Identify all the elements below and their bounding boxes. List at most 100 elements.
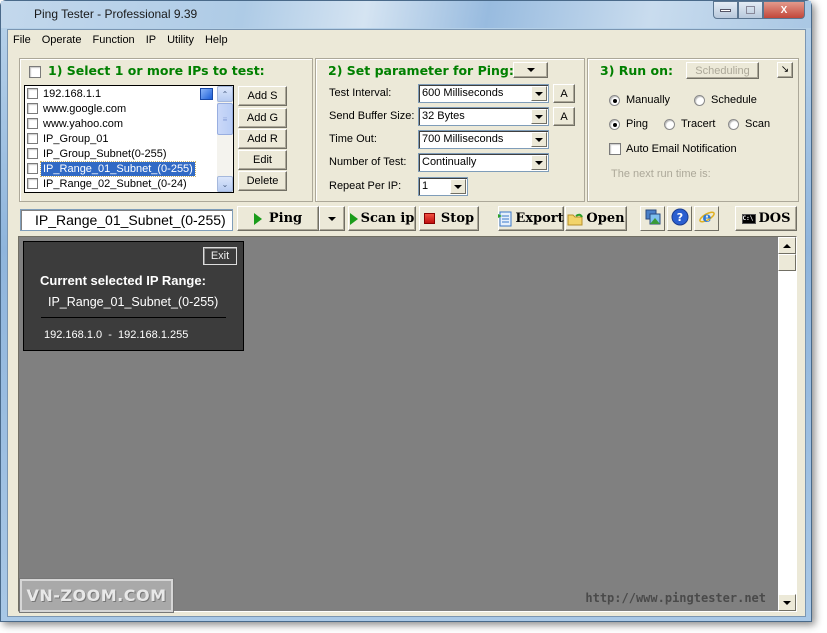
send-buffer-aux-button[interactable]: A: [553, 107, 575, 126]
list-item[interactable]: IP_Group_Subnet(0-255): [25, 146, 233, 161]
scan-label: Scan: [745, 118, 771, 130]
menu-operate[interactable]: Operate: [42, 34, 82, 46]
list-scrollbar[interactable]: ⌃ ≡ ⌄: [217, 86, 233, 192]
menu-utility[interactable]: Utility: [167, 34, 194, 46]
ip-list[interactable]: 192.168.1.1 www.google.com www.yahoo.com…: [24, 85, 234, 193]
scan-radio[interactable]: [728, 119, 739, 130]
help-button[interactable]: ?: [667, 206, 692, 231]
title-bar[interactable]: Ping Tester - Professional 9.39 X: [1, 1, 811, 28]
window-title: Ping Tester - Professional 9.39: [34, 7, 198, 21]
menu-ip[interactable]: IP: [146, 34, 156, 46]
open-folder-icon: [567, 212, 584, 226]
item-checkbox[interactable]: [27, 163, 38, 174]
auto-email-checkbox[interactable]: [609, 143, 621, 155]
maximize-button[interactable]: [738, 1, 763, 19]
scheduling-button[interactable]: Scheduling: [686, 62, 759, 79]
chevron-down-icon: [328, 216, 336, 221]
scroll-thumb[interactable]: [778, 254, 796, 271]
chevron-down-icon: [526, 68, 535, 72]
command-prompt-icon: C:\: [741, 213, 756, 224]
play-icon: [349, 212, 358, 225]
parameter-preset-dropdown[interactable]: [513, 62, 548, 78]
add-group-button[interactable]: Add G: [238, 108, 287, 128]
schedule-radio[interactable]: [694, 95, 705, 106]
dos-button[interactable]: C:\ DOS: [735, 206, 797, 231]
item-checkbox[interactable]: [27, 133, 38, 144]
test-interval-select[interactable]: 600 Milliseconds: [418, 84, 549, 103]
add-range-button[interactable]: Add R: [238, 129, 287, 149]
item-checkbox[interactable]: [27, 118, 38, 129]
repeat-per-ip-label: Repeat Per IP:: [329, 180, 402, 192]
expand-button[interactable]: ↘: [777, 62, 793, 78]
list-item[interactable]: IP_Range_02_Subnet_(0-24): [25, 176, 233, 191]
scroll-down-button[interactable]: ⌄: [217, 176, 233, 192]
number-of-test-label: Number of Test:: [329, 156, 407, 168]
tracert-radio[interactable]: [664, 119, 675, 130]
list-item-selected[interactable]: IP_Range_01_Subnet_(0-255): [25, 160, 233, 177]
maximize-icon: [746, 6, 755, 14]
play-icon: [253, 212, 262, 225]
close-button[interactable]: X: [763, 1, 805, 19]
send-buffer-size-select[interactable]: 32 Bytes: [418, 107, 549, 126]
chevron-down-icon: [535, 137, 543, 142]
scan-ip-button[interactable]: Scan ip: [348, 206, 416, 231]
export-button[interactable]: Export: [498, 206, 564, 231]
output-scrollbar[interactable]: [778, 237, 796, 611]
popup-range-span: 192.168.1.0 - 192.168.1.255: [44, 329, 189, 341]
item-checkbox[interactable]: [27, 88, 38, 99]
minimize-button[interactable]: [713, 1, 738, 19]
dropdown-arrow[interactable]: [531, 86, 547, 101]
popup-heading: Current selected IP Range:: [40, 273, 206, 288]
number-of-test-select[interactable]: Continually: [418, 153, 549, 172]
dropdown-arrow[interactable]: [450, 179, 466, 194]
chevron-down-icon: [535, 91, 543, 96]
ping-options-dropdown[interactable]: [319, 206, 345, 231]
dropdown-arrow[interactable]: [531, 109, 547, 124]
list-item[interactable]: IP_Group_01: [25, 131, 233, 146]
scroll-up-button[interactable]: ⌃: [217, 86, 233, 102]
scroll-down-button[interactable]: [778, 594, 796, 611]
list-item[interactable]: www.yahoo.com: [25, 116, 233, 131]
menu-file[interactable]: File: [13, 34, 31, 46]
image-viewer-button[interactable]: [640, 206, 665, 231]
test-interval-aux-button[interactable]: A: [553, 84, 575, 103]
item-checkbox[interactable]: [27, 103, 38, 114]
list-item[interactable]: www.google.com: [25, 101, 233, 116]
group-marker-icon: [200, 88, 213, 100]
add-single-button[interactable]: Add S: [238, 86, 287, 106]
select-all-checkbox[interactable]: [29, 66, 41, 78]
item-checkbox[interactable]: [27, 148, 38, 159]
stop-button[interactable]: Stop: [419, 206, 479, 231]
current-target-field[interactable]: IP_Range_01_Subnet_(0-255): [20, 209, 233, 231]
edit-button[interactable]: Edit: [238, 150, 287, 170]
ping-label: Ping: [626, 118, 649, 130]
dropdown-arrow[interactable]: [531, 132, 547, 147]
website-url[interactable]: http://www.pingtester.net: [585, 591, 766, 605]
chevron-up-icon: [783, 243, 791, 248]
time-out-select[interactable]: 700 Milliseconds: [418, 130, 549, 149]
delete-button[interactable]: Delete: [238, 171, 287, 191]
menu-help[interactable]: Help: [205, 34, 228, 46]
website-button[interactable]: e: [694, 206, 719, 231]
popup-divider: [41, 317, 226, 318]
app-window: Ping Tester - Professional 9.39 X File O…: [0, 0, 812, 622]
item-checkbox[interactable]: [27, 178, 38, 189]
scroll-thumb[interactable]: ≡: [217, 103, 233, 135]
repeat-per-ip-select[interactable]: 1: [418, 177, 468, 196]
ping-parameter-group: 2) Set parameter for Ping: Test Interval…: [315, 58, 585, 202]
section2-heading: 2) Set parameter for Ping:: [328, 63, 514, 78]
menu-function[interactable]: Function: [92, 34, 134, 46]
exit-button[interactable]: Exit: [203, 247, 237, 265]
open-button[interactable]: Open: [565, 206, 627, 231]
chevron-down-icon: [535, 160, 543, 165]
scroll-up-button[interactable]: [778, 237, 796, 254]
auto-email-label: Auto Email Notification: [626, 143, 737, 155]
ping-button[interactable]: Ping: [237, 206, 319, 231]
manually-radio[interactable]: [609, 95, 620, 106]
resize-arrow-icon: ↘: [780, 64, 790, 75]
output-panel[interactable]: Exit Current selected IP Range: IP_Range…: [18, 236, 797, 613]
ping-radio[interactable]: [609, 119, 620, 130]
ip-range-info-popup: Exit Current selected IP Range: IP_Range…: [23, 241, 244, 351]
dropdown-arrow[interactable]: [531, 155, 547, 170]
send-buffer-size-label: Send Buffer Size:: [329, 110, 415, 122]
